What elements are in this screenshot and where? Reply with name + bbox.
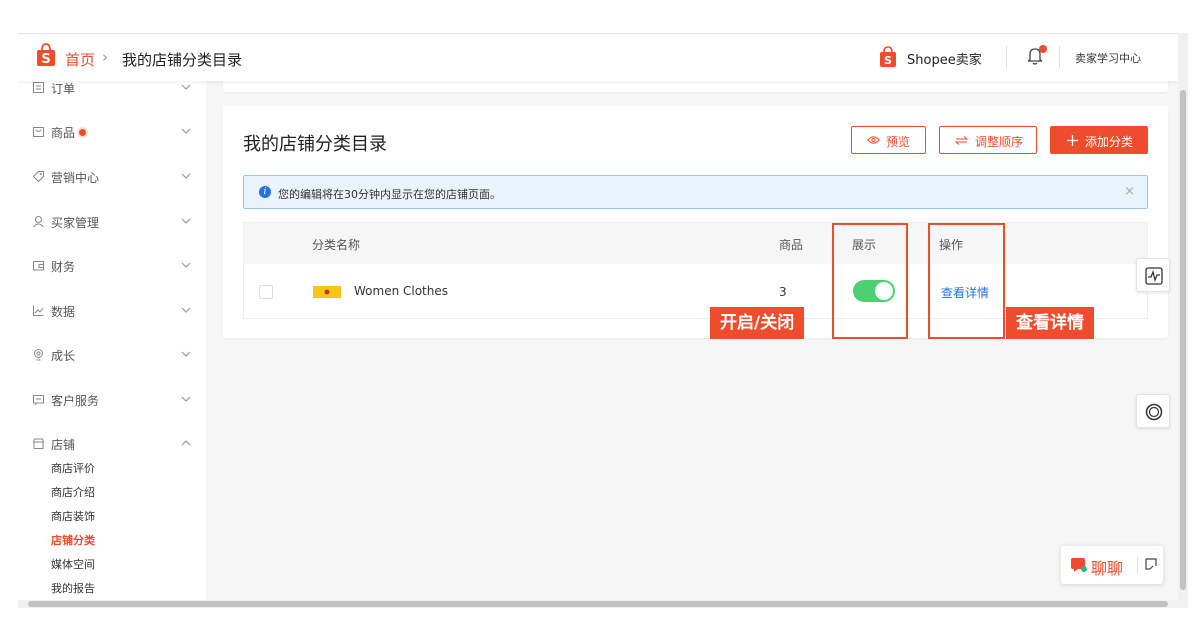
chevron-down-icon xyxy=(181,307,191,313)
sidebar-item-label: 数据 xyxy=(51,305,76,319)
sidebar-item-label: 财务 xyxy=(51,260,76,274)
reorder-button[interactable]: 调整顺序 xyxy=(939,126,1037,154)
header-divider xyxy=(1006,46,1007,68)
plus-icon xyxy=(1067,135,1078,146)
toggle-annotation-label: 开启/关闭 xyxy=(710,307,805,339)
info-banner-text: 您的编辑将在30分钟内显示在您的店铺页面。 xyxy=(278,188,501,201)
brand-name[interactable]: Shopee卖家 xyxy=(907,49,982,68)
display-column-highlight xyxy=(832,223,908,339)
actions-column-highlight xyxy=(928,223,1005,339)
chevron-down-icon xyxy=(181,262,191,268)
column-header-name: 分类名称 xyxy=(312,238,361,252)
category-table: 分类名称 商品 展示 操作 Women Clothes 3 查看详情 xyxy=(243,222,1148,319)
category-card: 我的店铺分类目录 预览 调整顺序 添加分类 i 您的编辑将在30分钟内显示在您的… xyxy=(223,106,1168,338)
sidebar-item-label: 商品 xyxy=(51,124,87,141)
expand-icon[interactable] xyxy=(1145,558,1157,571)
breadcrumb-home[interactable]: 首页 xyxy=(65,49,95,70)
sidebar-subitem-shop-decoration[interactable]: 商店装饰 xyxy=(51,508,95,524)
sidebar-item-label: 客户服务 xyxy=(51,394,100,408)
vertical-scroll-thumb[interactable] xyxy=(1180,90,1186,590)
preview-button[interactable]: 预览 xyxy=(851,126,926,154)
category-thumbnail-image xyxy=(313,280,341,302)
tag-icon xyxy=(32,171,44,183)
notification-dot xyxy=(1039,45,1047,53)
breadcrumb-separator-icon: › xyxy=(102,48,108,66)
support-button[interactable] xyxy=(1136,394,1170,428)
learning-center-link[interactable]: 卖家学习中心 xyxy=(1075,50,1141,66)
monitor-button[interactable] xyxy=(1136,258,1170,292)
service-icon xyxy=(33,395,44,406)
row-checkbox[interactable] xyxy=(259,285,273,299)
sidebar-subitem-shop-rating[interactable]: 商店评价 xyxy=(51,460,95,476)
user-icon xyxy=(33,216,44,228)
sidebar-item-buyers[interactable]: 买家管理 xyxy=(32,213,192,233)
chevron-down-icon xyxy=(181,84,191,90)
sidebar-subitem-shop-intro[interactable]: 商店介绍 xyxy=(51,484,95,500)
chat-label: 聊聊 xyxy=(1091,559,1124,578)
info-icon: i xyxy=(259,186,271,198)
detail-annotation-label: 查看详情 xyxy=(1006,307,1094,339)
sidebar-item-data[interactable]: 数据 xyxy=(32,302,192,322)
chat-divider xyxy=(1137,557,1138,573)
sidebar-item-label: 买家管理 xyxy=(51,216,100,230)
shopee-logo-icon[interactable]: S xyxy=(36,43,56,67)
page-title: 我的店铺分类目录 xyxy=(243,134,387,155)
horizontal-scroll-thumb[interactable] xyxy=(28,601,1168,607)
shopee-brand-icon: S xyxy=(880,46,896,67)
sidebar-item-label: 订单 xyxy=(51,82,76,96)
chat-icon xyxy=(1071,558,1087,572)
chart-icon xyxy=(33,305,44,316)
close-icon[interactable]: × xyxy=(1124,184,1135,199)
sidebar-subitem-my-report[interactable]: 我的报告 xyxy=(51,580,95,596)
eye-icon xyxy=(867,136,880,144)
sidebar-item-label: 营销中心 xyxy=(51,171,100,185)
info-banner: i 您的编辑将在30分钟内显示在您的店铺页面。 × xyxy=(243,175,1148,209)
chevron-down-icon xyxy=(181,351,191,357)
sidebar-item-label: 店铺 xyxy=(51,438,76,452)
sidebar-item-marketing[interactable]: 营销中心 xyxy=(32,168,192,188)
app-window: S 首页 › 我的店铺分类目录 S Shopee卖家 卖家学习中心 订单 商品 xyxy=(18,33,1178,608)
chat-widget[interactable]: 聊聊 xyxy=(1061,546,1163,584)
chevron-down-icon xyxy=(181,218,191,224)
order-icon xyxy=(33,82,44,93)
headset-icon xyxy=(1145,403,1163,421)
pulse-icon xyxy=(1145,267,1163,285)
growth-icon xyxy=(34,349,43,361)
svg-text:S: S xyxy=(884,54,892,67)
sidebar-item-label: 成长 xyxy=(51,349,76,363)
swap-icon xyxy=(955,136,968,145)
svg-text:S: S xyxy=(41,52,50,67)
breadcrumb-current: 我的店铺分类目录 xyxy=(122,51,243,69)
table-header: 分类名称 商品 展示 操作 xyxy=(244,223,1147,264)
new-badge-dot xyxy=(79,129,87,136)
top-header: S 首页 › 我的店铺分类目录 S Shopee卖家 卖家学习中心 xyxy=(18,34,1178,81)
chevron-down-icon xyxy=(181,396,191,402)
product-icon xyxy=(33,127,44,137)
sidebar-subitem-media-space[interactable]: 媒体空间 xyxy=(51,556,95,572)
sidebar-item-shop[interactable]: 店铺 xyxy=(32,435,192,455)
column-header-products: 商品 xyxy=(779,238,804,252)
chevron-up-icon xyxy=(181,440,191,446)
shop-icon xyxy=(32,438,45,449)
add-category-button[interactable]: 添加分类 xyxy=(1050,126,1148,154)
header-divider xyxy=(1059,46,1060,68)
sidebar-subitem-shop-category[interactable]: 店铺分类 xyxy=(51,532,95,548)
category-name: Women Clothes xyxy=(354,284,448,298)
sidebar-item-finance[interactable]: 财务 xyxy=(32,257,192,277)
chevron-down-icon xyxy=(181,173,191,179)
sidebar: 订单 商品 营销中心 买家管理 财务 数据 成长 客户服务 店铺 商店评价 商店… xyxy=(18,81,206,608)
chevron-down-icon xyxy=(181,128,191,134)
sidebar-item-products[interactable]: 商品 xyxy=(32,123,192,143)
product-count: 3 xyxy=(779,285,787,299)
sidebar-item-growth[interactable]: 成长 xyxy=(32,346,192,366)
wallet-icon xyxy=(33,261,44,271)
sidebar-item-orders[interactable]: 订单 xyxy=(32,79,192,99)
sidebar-item-customer-service[interactable]: 客户服务 xyxy=(32,391,192,411)
